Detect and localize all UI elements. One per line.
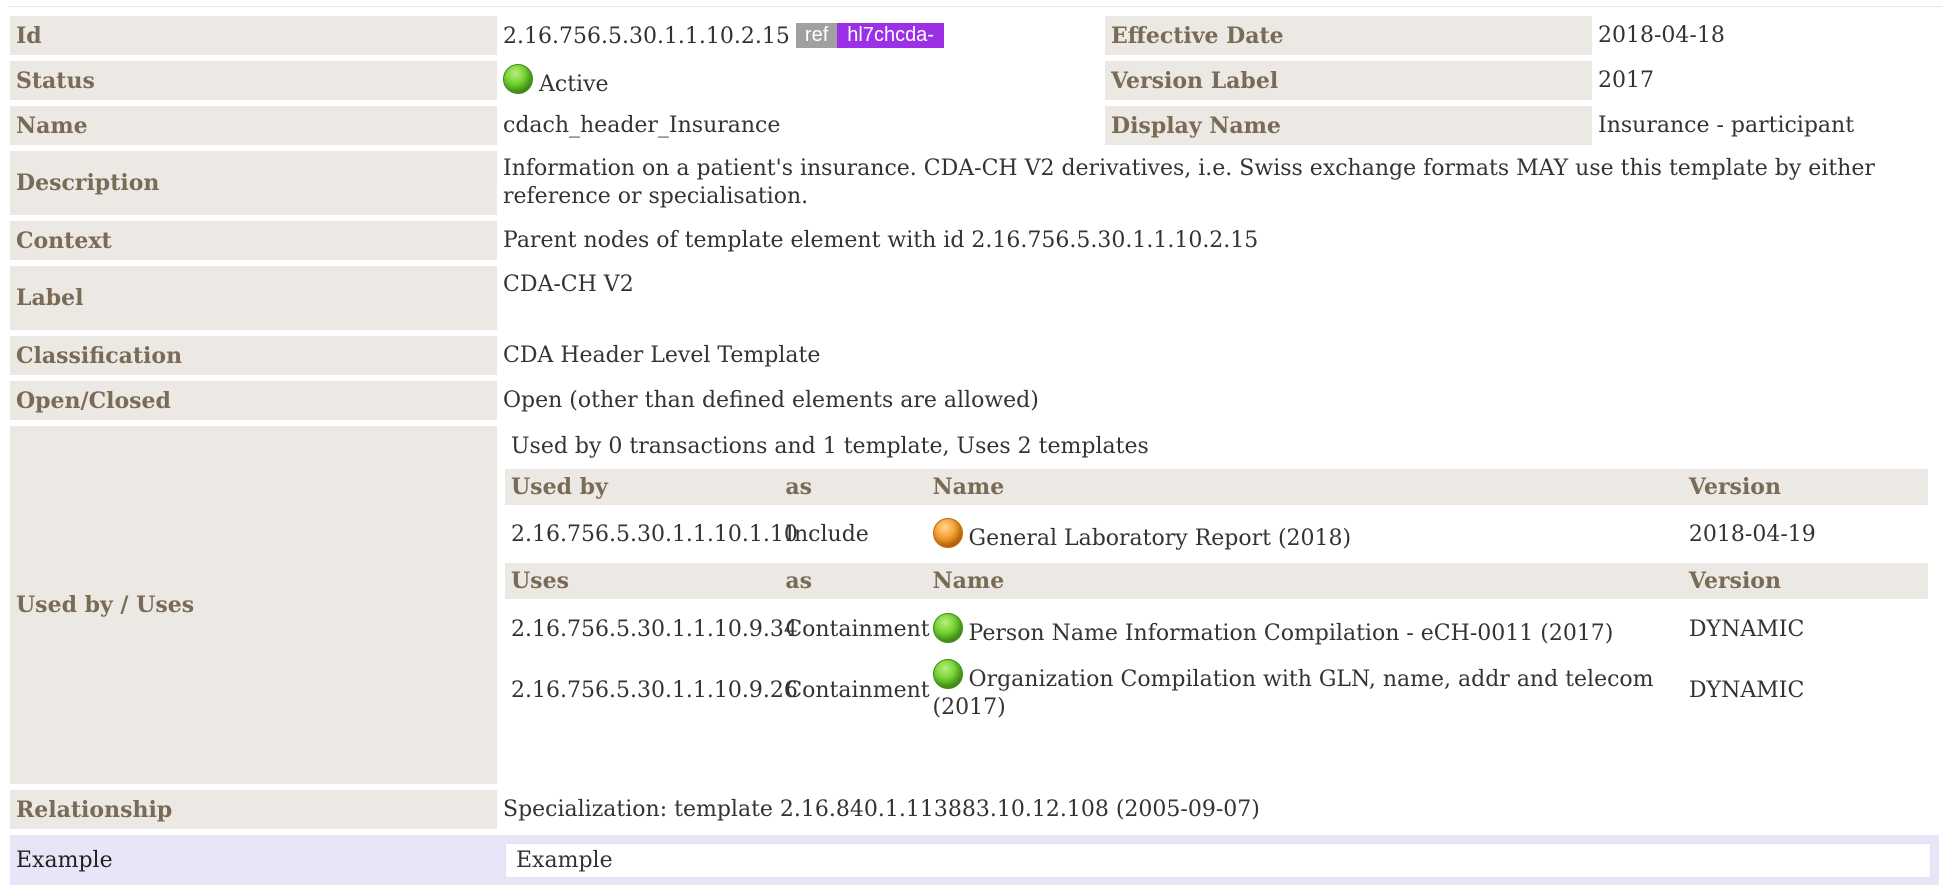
uses-name[interactable]: Organization Compilation with GLN, name,… — [933, 667, 1654, 720]
uses-row[interactable]: 2.16.756.5.30.1.1.10.9.26 Containment Or… — [505, 659, 1928, 722]
row-open-closed: Open/Closed Open (other than defined ele… — [10, 381, 1939, 420]
uses-id[interactable]: 2.16.756.5.30.1.1.10.9.26 — [505, 659, 798, 722]
used-by-name-cell[interactable]: General Laboratory Report (2018) — [927, 509, 1683, 559]
used-by-name-header: Name — [926, 469, 1683, 505]
uses-col-header: Uses — [505, 563, 780, 599]
used-by-id[interactable]: 2.16.756.5.30.1.1.10.1.10 — [505, 509, 798, 559]
used-by-header-row: Used by as Name Version — [505, 469, 1928, 505]
context-label: Context — [10, 221, 497, 260]
description-label: Description — [10, 151, 497, 215]
top-divider — [8, 6, 1942, 7]
uses-id[interactable]: 2.16.756.5.30.1.1.10.9.34 — [505, 603, 798, 655]
status-value: Active — [539, 72, 609, 97]
row-id: Id 2.16.756.5.30.1.1.10.2.15 ref hl7chcda-… — [10, 16, 1939, 55]
row-name: Name cdach_header_Insurance Display Name… — [10, 106, 1939, 145]
display-name-value: Insurance - participant — [1592, 106, 1939, 145]
status-green-icon — [932, 612, 963, 643]
uses-as-header: as — [779, 563, 927, 599]
label-value: CDA-CH V2 — [497, 266, 1939, 330]
used-by-version: 2018-04-19 — [1688, 521, 1816, 547]
id-value: 2.16.756.5.30.1.1.10.2.15 — [503, 23, 790, 49]
example-cell: Example — [497, 835, 1939, 885]
uses-as: Containment — [785, 678, 930, 703]
uses-header-row: Uses as Name Version — [505, 563, 1928, 599]
uses-name-header: Name — [926, 563, 1683, 599]
used-by-version-header: Version — [1682, 469, 1928, 505]
used-by-col-header: Used by — [505, 469, 780, 505]
open-closed-value: Open (other than defined elements are al… — [497, 381, 1939, 420]
row-example: Example Example — [10, 835, 1939, 885]
used-by-uses-table: Used by as Name Version 2.16.756.5.30.1.… — [505, 465, 1928, 726]
row-label: Label CDA-CH V2 — [10, 266, 1939, 330]
used-by-summary: Used by 0 transactions and 1 template, U… — [511, 434, 1149, 459]
used-by-as: Include — [785, 521, 869, 547]
open-closed-label: Open/Closed — [10, 381, 497, 420]
used-by-uses-cell: Used by 0 transactions and 1 template, U… — [497, 426, 1939, 784]
context-value: Parent nodes of template element with id… — [497, 221, 1939, 260]
used-by-name[interactable]: General Laboratory Report (2018) — [969, 526, 1352, 551]
ref-badge[interactable]: ref — [795, 22, 838, 48]
id-label: Id — [10, 16, 497, 55]
uses-as: Containment — [785, 616, 930, 642]
version-label-value: 2017 — [1592, 61, 1939, 100]
label-label: Label — [10, 266, 497, 330]
uses-name-cell[interactable]: Organization Compilation with GLN, name,… — [927, 659, 1683, 722]
display-name-label: Display Name — [1105, 106, 1592, 145]
row-context: Context Parent nodes of template element… — [10, 221, 1939, 260]
effective-date-value: 2018-04-18 — [1592, 16, 1939, 55]
uses-version-header: Version — [1682, 563, 1928, 599]
relationship-value: Specialization: template 2.16.840.1.1138… — [497, 790, 1939, 829]
status-green-icon — [503, 64, 533, 94]
used-by-row[interactable]: 2.16.756.5.30.1.1.10.1.10 Include Genera… — [505, 509, 1928, 559]
template-properties-table: Id 2.16.756.5.30.1.1.10.2.15 ref hl7chcda-… — [10, 10, 1939, 891]
status-label: Status — [10, 61, 497, 100]
row-relationship: Relationship Specialization: template 2.… — [10, 790, 1939, 829]
example-label: Example — [10, 835, 497, 885]
id-value-cell: 2.16.756.5.30.1.1.10.2.15 ref hl7chcda- — [497, 16, 1105, 55]
example-box[interactable]: Example — [505, 842, 1931, 878]
relationship-label: Relationship — [10, 790, 497, 829]
name-label: Name — [10, 106, 497, 145]
uses-name-cell[interactable]: Person Name Information Compilation - eC… — [927, 603, 1683, 655]
prefix-badge[interactable]: hl7chcda- — [837, 22, 944, 48]
uses-row[interactable]: 2.16.756.5.30.1.1.10.9.34 Containment Pe… — [505, 603, 1928, 655]
row-used-by-uses: Used by / Uses Used by 0 transactions an… — [10, 426, 1939, 784]
uses-version: DYNAMIC — [1688, 616, 1805, 642]
uses-version: DYNAMIC — [1688, 678, 1805, 703]
used-by-as-header: as — [779, 469, 927, 505]
version-label-label: Version Label — [1105, 61, 1592, 100]
used-by-uses-label: Used by / Uses — [10, 426, 497, 784]
status-orange-icon — [932, 517, 963, 548]
status-green-icon — [932, 659, 963, 689]
row-description: Description Information on a patient's i… — [10, 151, 1939, 215]
classification-value: CDA Header Level Template — [497, 336, 1939, 375]
status-value-cell: Active — [497, 61, 1105, 100]
name-value: cdach_header_Insurance — [497, 106, 1105, 145]
classification-label: Classification — [10, 336, 497, 375]
row-status: Status Active Version Label 2017 — [10, 61, 1939, 100]
description-value: Information on a patient's insurance. CD… — [497, 151, 1939, 215]
row-classification: Classification CDA Header Level Template — [10, 336, 1939, 375]
uses-name[interactable]: Person Name Information Compilation - eC… — [969, 621, 1614, 646]
effective-date-label: Effective Date — [1105, 16, 1592, 55]
